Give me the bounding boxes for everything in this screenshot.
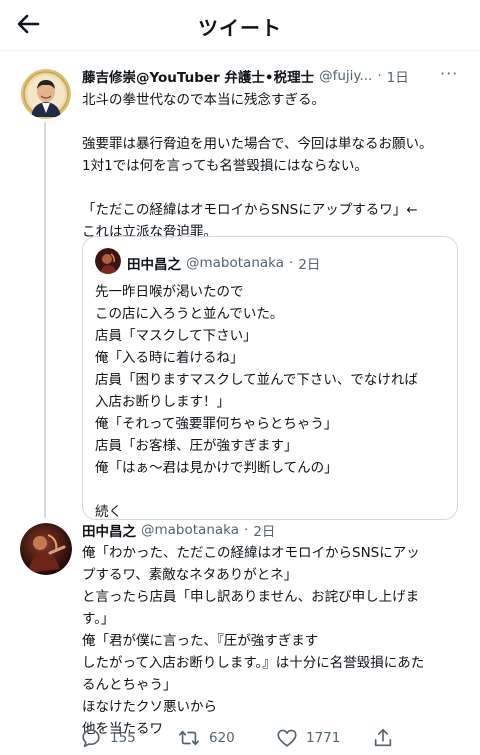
profile-photo-icon — [20, 523, 72, 575]
tweet-timestamp[interactable]: 1日 — [387, 66, 409, 86]
tweet-action-bar: 155 620 1771 — [80, 727, 480, 751]
author-name[interactable]: 藤吉修崇@YouTuber 弁護士•税理士 — [82, 66, 314, 86]
quoted-timestamp: 2日 — [298, 257, 321, 273]
tweet-author-row: 田中昌之 @mabotanaka · 2日 — [82, 520, 275, 540]
separator-dot: · — [377, 68, 382, 84]
separator-dot: · — [244, 522, 249, 538]
quoted-avatar — [95, 248, 121, 274]
retweet-icon — [179, 730, 199, 746]
tweet-author-row: 藤吉修崇@YouTuber 弁護士•税理士 @fujiy... · 1日 — [82, 66, 409, 86]
profile-photo-icon — [95, 248, 121, 274]
thread-connector-line — [44, 122, 46, 518]
separator-dot: · — [289, 255, 294, 271]
tweet-body: 北斗の拳世代なので本当に残念すぎる。 強要罪は暴行脅迫を用いた場合で、今回は単な… — [82, 92, 433, 240]
like-button[interactable]: 1771 — [276, 727, 340, 749]
avatar[interactable] — [20, 523, 72, 575]
like-count: 1771 — [306, 730, 341, 746]
quoted-author-handle: @mabotanaka — [186, 255, 285, 271]
quoted-tweet-body: 先一昨日喉が渇いたので この店に入ろうと並んでいた。 店員「マスクして下さい」 … — [95, 284, 418, 520]
tweet-timestamp[interactable]: 2日 — [253, 520, 275, 540]
quoted-author-name: 田中昌之 — [127, 257, 181, 273]
retweet-count: 620 — [209, 730, 235, 746]
quoted-tweet-card[interactable]: 田中昌之 @mabotanaka · 2日 先一昨日喉が渇いたので この店に入ろ… — [82, 236, 458, 520]
author-handle[interactable]: @fujiy... — [319, 68, 372, 84]
reply-icon — [82, 729, 100, 748]
share-icon — [374, 728, 392, 747]
tweet-body: 俺「わかった、ただこの経緯はオモロイからSNSにアッ プするワ、素敵なネタありが… — [82, 545, 425, 737]
reply-count: 155 — [110, 730, 136, 746]
author-name[interactable]: 田中昌之 — [82, 520, 136, 540]
reply-button[interactable]: 155 — [80, 727, 136, 749]
page-title: ツイート — [198, 16, 282, 40]
more-options-icon[interactable]: ··· — [440, 64, 458, 83]
author-handle[interactable]: @mabotanaka — [141, 522, 239, 538]
profile-photo-icon — [21, 69, 71, 119]
quoted-author-row: 田中昌之 @mabotanaka · 2日 — [127, 253, 320, 273]
heart-icon — [277, 729, 297, 747]
top-bar: ツイート — [0, 0, 480, 51]
avatar[interactable] — [21, 69, 71, 119]
share-button[interactable] — [372, 727, 394, 749]
retweet-button[interactable]: 620 — [177, 727, 235, 749]
